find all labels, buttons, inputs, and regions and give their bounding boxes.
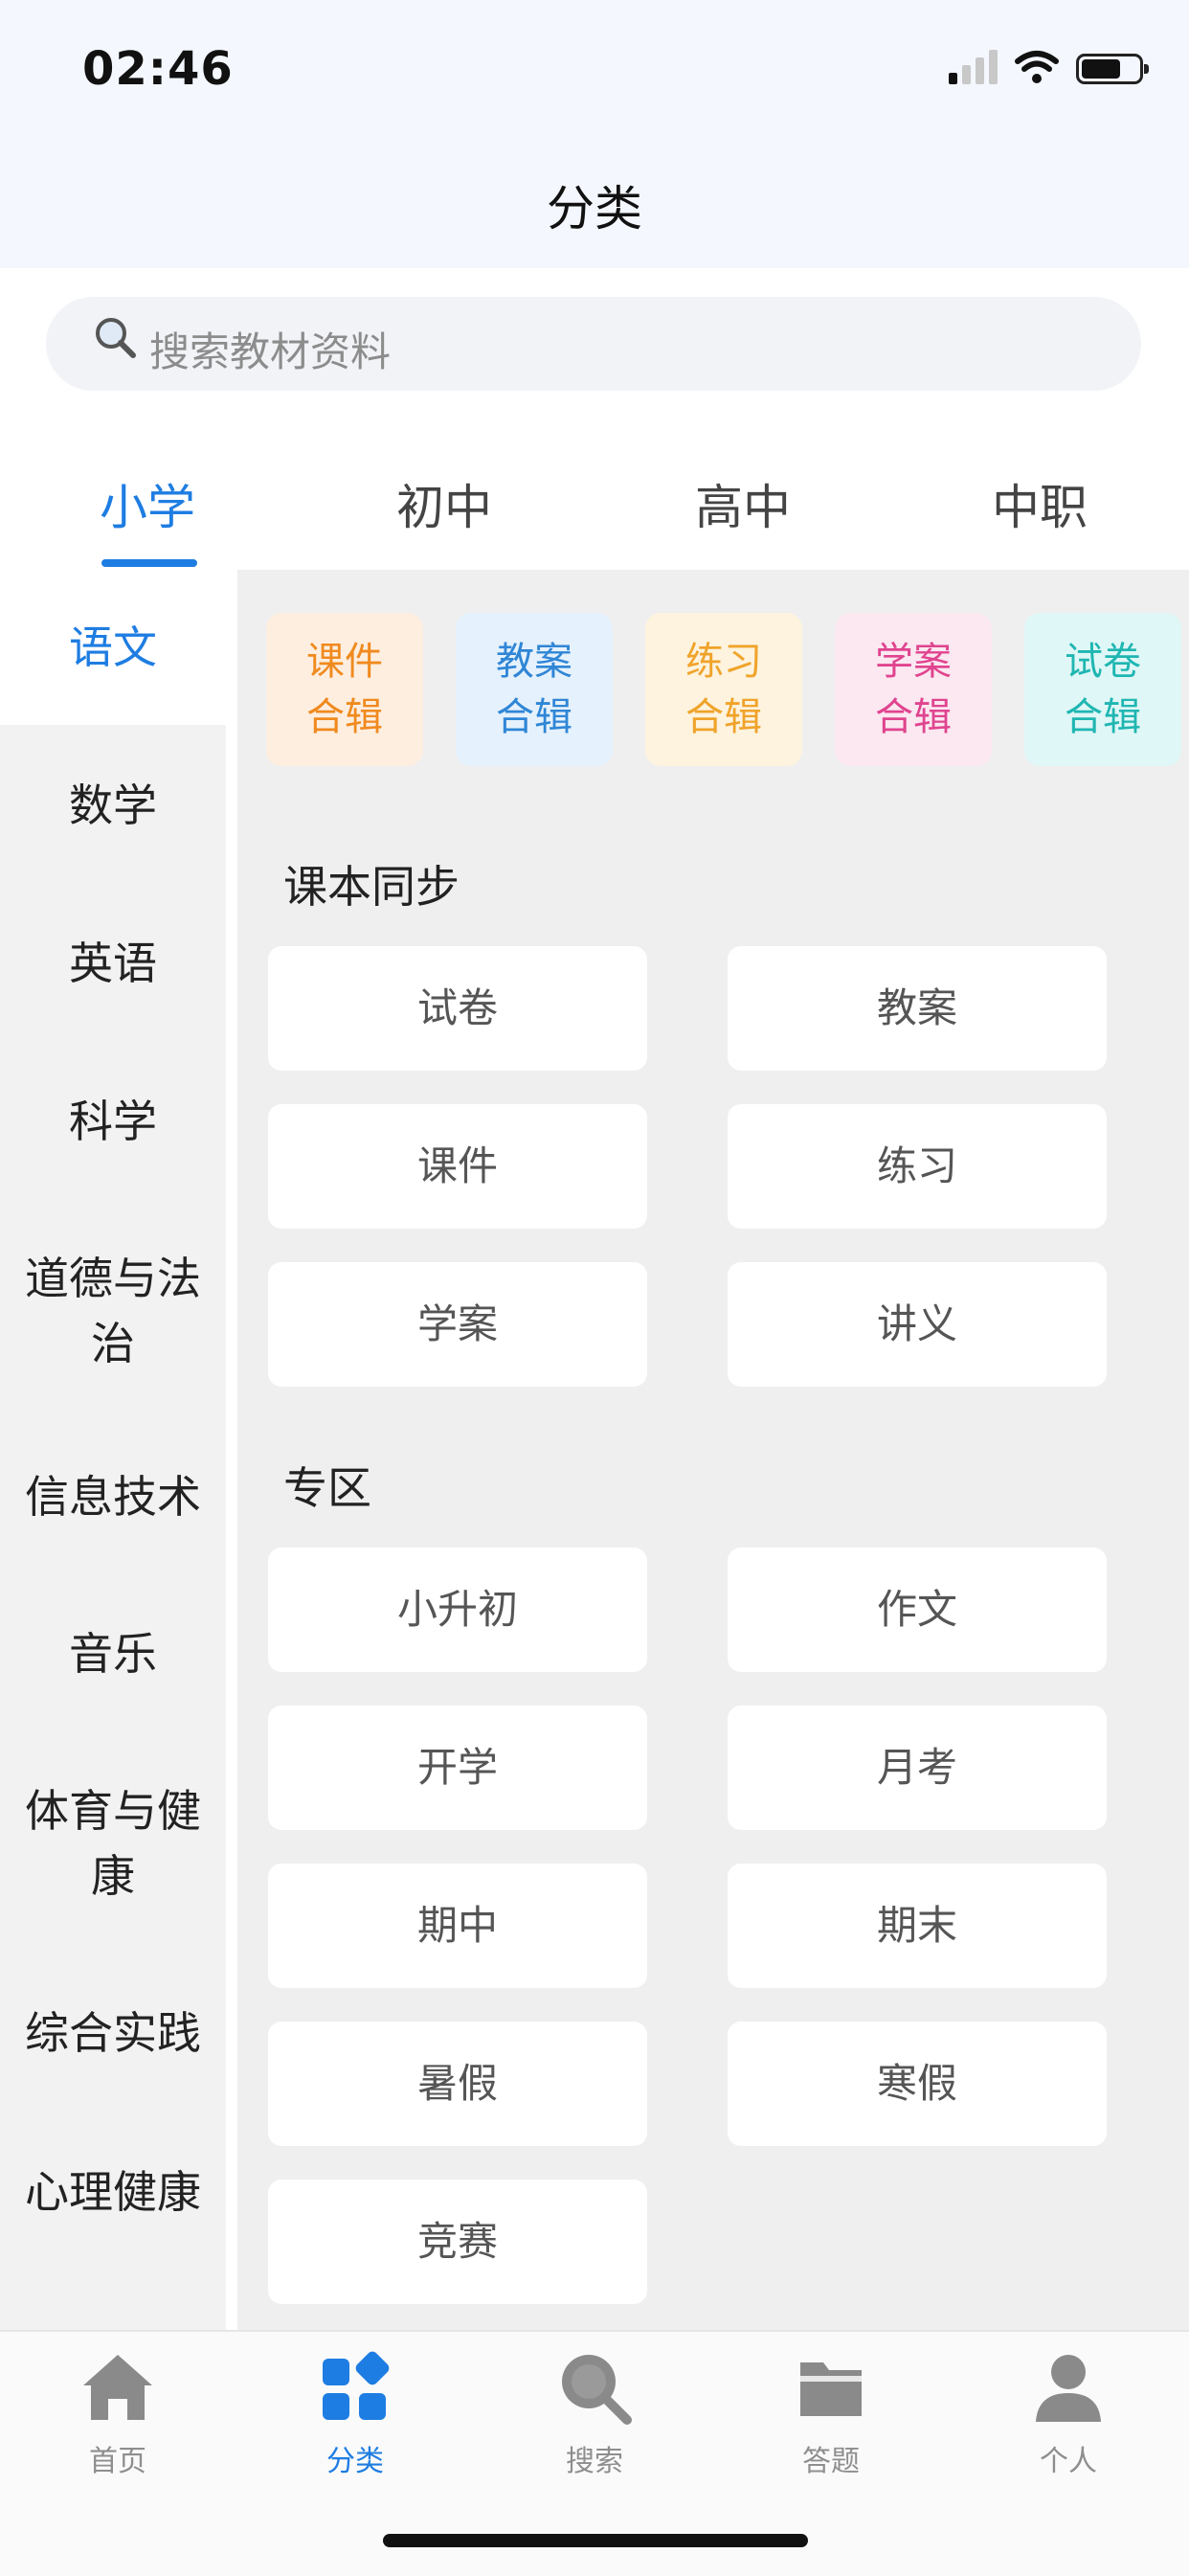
collection-courseware[interactable]: 课件 合辑 [266, 613, 423, 766]
subject-item-mental-health[interactable]: 心理健康 [0, 2159, 226, 2225]
sync-button-lesson-plan[interactable]: 教案 [728, 946, 1107, 1071]
school-level-tabs: 小学 初中 高中 中职 [0, 450, 1189, 570]
tab-label-search: 搜索 [566, 2445, 623, 2478]
sync-button-exercise[interactable]: 练习 [728, 1104, 1107, 1229]
tab-label-category: 分类 [326, 2445, 384, 2478]
tab-vocational[interactable]: 中职 [944, 469, 1135, 538]
tab-answer[interactable]: 答题 [745, 2349, 917, 2479]
category-icon [323, 2351, 390, 2420]
tab-senior-high[interactable]: 高中 [647, 469, 839, 538]
sync-button-exam[interactable]: 试卷 [268, 946, 647, 1071]
subject-sidebar: 语文 数学 英语 科学 道德与法治 信息技术 音乐 体育与健康 综合实践 心理健… [0, 570, 226, 2330]
search-icon [562, 2355, 632, 2425]
subject-item-english[interactable]: 英语 [0, 931, 226, 996]
tab-home[interactable]: 首页 [32, 2349, 204, 2479]
search-input[interactable]: 搜索教材资料 [46, 297, 1141, 391]
tab-label-home: 首页 [89, 2445, 146, 2478]
sync-button-handout[interactable]: 讲义 [728, 1262, 1107, 1387]
special-button-final[interactable]: 期末 [728, 1864, 1107, 1988]
subject-item-chinese[interactable]: 语文 [0, 570, 226, 725]
tab-profile[interactable]: 个人 [982, 2349, 1155, 2479]
special-button-composition[interactable]: 作文 [728, 1548, 1107, 1672]
subject-item-music[interactable]: 音乐 [0, 1621, 226, 1686]
special-button-term-start[interactable]: 开学 [268, 1706, 647, 1830]
cellular-signal-icon [949, 48, 998, 84]
subject-item-morality-law[interactable]: 道德与法治 [17, 1246, 209, 1376]
tab-search[interactable]: 搜索 [508, 2349, 681, 2479]
battery-icon [1076, 54, 1149, 84]
special-button-winter[interactable]: 寒假 [728, 2022, 1107, 2146]
subject-item-it[interactable]: 信息技术 [0, 1464, 226, 1529]
subject-item-science[interactable]: 科学 [0, 1089, 226, 1154]
special-button-monthly-exam[interactable]: 月考 [728, 1706, 1107, 1830]
user-icon [1036, 2355, 1101, 2422]
collection-exam[interactable]: 试卷 合辑 [1024, 613, 1181, 766]
sync-button-study-guide[interactable]: 学案 [268, 1262, 647, 1387]
tab-junior-high[interactable]: 初中 [348, 469, 540, 538]
special-button-competition[interactable]: 竞赛 [268, 2180, 647, 2304]
status-time: 02:46 [82, 42, 234, 96]
special-button-graduation[interactable]: 小升初 [268, 1548, 647, 1672]
subject-item-practice[interactable]: 综合实践 [0, 2000, 226, 2066]
folder-icon [800, 2362, 862, 2416]
tab-primary-school[interactable]: 小学 [52, 469, 243, 538]
special-button-summer[interactable]: 暑假 [268, 2022, 647, 2146]
section-title-sync: 课本同步 [283, 861, 460, 913]
sync-button-courseware[interactable]: 课件 [268, 1104, 647, 1229]
home-icon [83, 2355, 152, 2420]
home-indicator [383, 2534, 808, 2547]
collection-study-guide[interactable]: 学案 合辑 [835, 613, 992, 766]
collection-exercise[interactable]: 练习 合辑 [645, 613, 802, 766]
tab-category[interactable]: 分类 [269, 2349, 441, 2479]
active-tab-indicator [101, 559, 197, 567]
tab-label-profile: 个人 [1040, 2445, 1097, 2478]
special-button-midterm[interactable]: 期中 [268, 1864, 647, 1988]
category-content: 课件 合辑 教案 合辑 练习 合辑 学案 合辑 试卷 合辑 课本同步 试卷 教案 课件 练… [237, 570, 1189, 2330]
status-bar: 02:46 [0, 0, 1189, 134]
magnifier-icon [96, 318, 136, 358]
wifi-icon [1015, 51, 1059, 83]
page-title: 分类 [547, 181, 642, 237]
subject-item-math[interactable]: 数学 [0, 773, 226, 838]
search-placeholder: 搜索教材资料 [149, 328, 392, 375]
subject-item-pe-health[interactable]: 体育与健康 [17, 1778, 209, 1909]
collection-lesson-plan[interactable]: 教案 合辑 [456, 613, 613, 766]
tab-label-answer: 答题 [802, 2445, 860, 2478]
section-title-special: 专区 [283, 1462, 371, 1514]
